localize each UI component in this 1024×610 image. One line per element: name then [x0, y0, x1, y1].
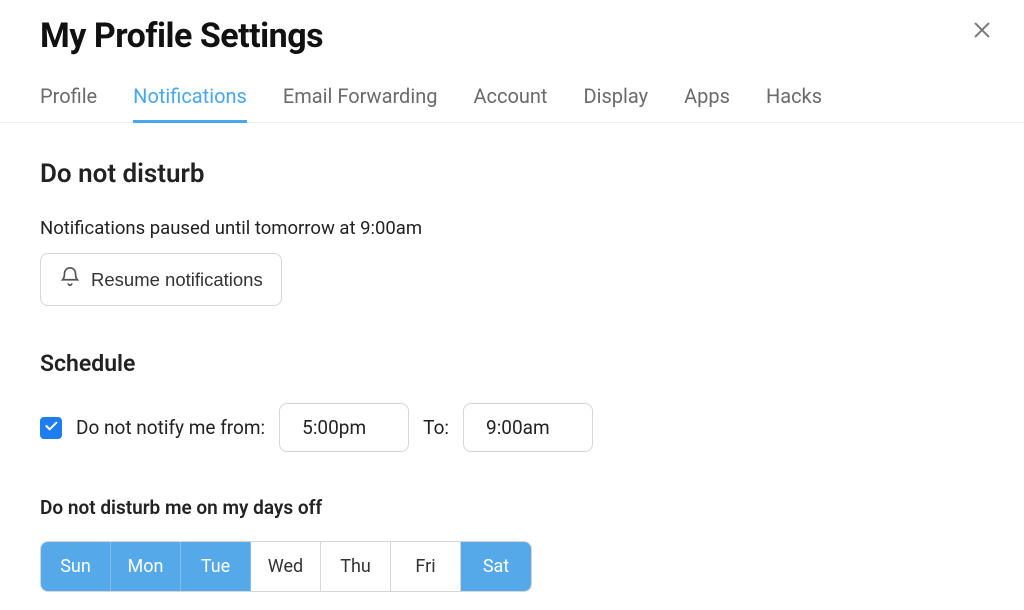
- tab-notifications[interactable]: Notifications: [133, 84, 247, 122]
- tab-apps[interactable]: Apps: [684, 84, 730, 122]
- tab-profile[interactable]: Profile: [40, 84, 97, 122]
- resume-notifications-button[interactable]: Resume notifications: [40, 253, 282, 306]
- day-toggle-sat[interactable]: Sat: [461, 542, 531, 591]
- schedule-from-label: Do not notify me from:: [76, 416, 265, 439]
- resume-button-label: Resume notifications: [91, 269, 263, 291]
- schedule-to-label: To:: [423, 416, 449, 439]
- days-off-label: Do not disturb me on my days off: [40, 496, 984, 519]
- tab-display[interactable]: Display: [583, 84, 648, 122]
- check-icon: [43, 418, 59, 438]
- day-toggle-thu[interactable]: Thu: [321, 542, 391, 591]
- days-off-row: SunMonTueWedThuFriSat: [40, 541, 532, 592]
- schedule-row: Do not notify me from: 5:00pm To: 9:00am: [40, 403, 984, 452]
- from-time-input[interactable]: 5:00pm: [279, 403, 409, 452]
- close-button[interactable]: [968, 18, 996, 46]
- schedule-checkbox[interactable]: [40, 417, 62, 439]
- tab-hacks[interactable]: Hacks: [766, 84, 822, 122]
- to-time-input[interactable]: 9:00am: [463, 403, 593, 452]
- page-title: My Profile Settings: [40, 16, 984, 56]
- tab-email-forwarding[interactable]: Email Forwarding: [283, 84, 438, 122]
- dnd-status-text: Notifications paused until tomorrow at 9…: [40, 217, 984, 239]
- day-toggle-mon[interactable]: Mon: [111, 542, 181, 591]
- day-toggle-wed[interactable]: Wed: [251, 542, 321, 591]
- close-icon: [971, 19, 993, 45]
- day-toggle-sun[interactable]: Sun: [41, 542, 111, 591]
- dnd-section-title: Do not disturb: [40, 159, 984, 189]
- day-toggle-fri[interactable]: Fri: [391, 542, 461, 591]
- bell-icon: [59, 266, 81, 293]
- day-toggle-tue[interactable]: Tue: [181, 542, 251, 591]
- schedule-title: Schedule: [40, 350, 984, 377]
- tab-account[interactable]: Account: [473, 84, 547, 122]
- tabs-nav: Profile Notifications Email Forwarding Acco…: [0, 84, 1024, 123]
